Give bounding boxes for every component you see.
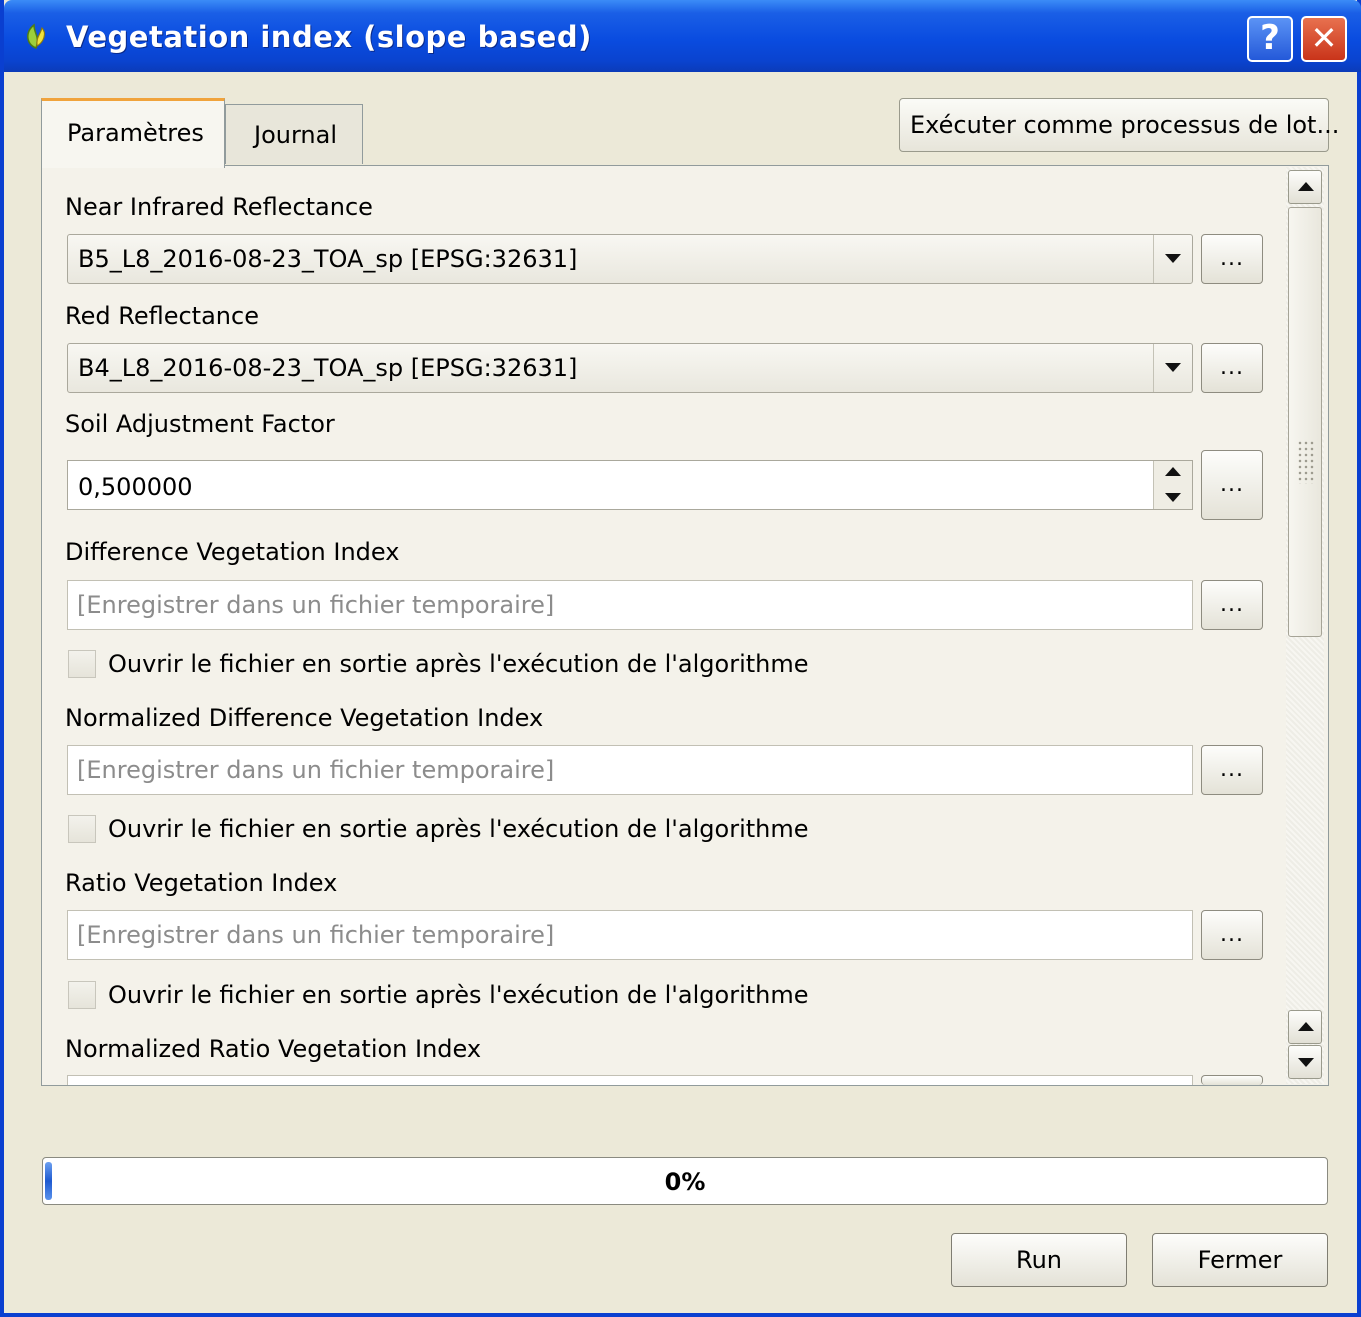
- rvi-label: Ratio Vegetation Index: [65, 869, 338, 897]
- ndvi-browse-button[interactable]: ...: [1201, 745, 1263, 795]
- scroll-page-up-button[interactable]: [1288, 1010, 1322, 1044]
- nrvi-output-field[interactable]: [67, 1075, 1193, 1085]
- nrvi-browse-button[interactable]: [1201, 1075, 1263, 1085]
- spin-buttons[interactable]: [1153, 461, 1192, 509]
- tab-journal[interactable]: Journal: [225, 104, 363, 164]
- red-selected-value: B4_L8_2016-08-23_TOA_sp [EPSG:32631]: [78, 354, 578, 382]
- dvi-output-field[interactable]: [67, 580, 1193, 630]
- spin-down-icon[interactable]: [1165, 493, 1181, 502]
- ndvi-label: Normalized Difference Vegetation Index: [65, 704, 544, 732]
- nir-dropdown-arrow[interactable]: [1153, 235, 1192, 283]
- soil-value: 0,500000: [78, 473, 193, 501]
- grip-icon: [1297, 440, 1315, 484]
- dialog-window: Vegetation index (slope based) ? ✕ Param…: [0, 0, 1361, 1317]
- red-combobox[interactable]: B4_L8_2016-08-23_TOA_sp [EPSG:32631]: [67, 343, 1193, 393]
- scrollbar-thumb[interactable]: [1288, 207, 1322, 637]
- progress-text: 0%: [664, 1168, 706, 1196]
- red-browse-button[interactable]: ...: [1201, 343, 1263, 393]
- rvi-open-label[interactable]: Ouvrir le fichier en sortie après l'exéc…: [108, 981, 809, 1009]
- rvi-open-checkbox[interactable]: [68, 981, 96, 1009]
- scroll-up-button[interactable]: [1288, 170, 1322, 204]
- window-title: Vegetation index (slope based): [66, 20, 592, 54]
- close-window-button[interactable]: ✕: [1301, 16, 1347, 62]
- tab-parametres[interactable]: Paramètres: [41, 98, 225, 168]
- ndvi-open-label[interactable]: Ouvrir le fichier en sortie après l'exéc…: [108, 815, 809, 843]
- soil-label: Soil Adjustment Factor: [65, 410, 335, 438]
- close-icon: ✕: [1310, 19, 1338, 57]
- vertical-scrollbar[interactable]: [1286, 167, 1324, 1084]
- help-button[interactable]: ?: [1247, 16, 1293, 62]
- ndvi-output-field[interactable]: [67, 745, 1193, 795]
- batch-process-button[interactable]: Exécuter comme processus de lot...: [899, 98, 1339, 152]
- nir-label: Near Infrared Reflectance: [65, 193, 373, 221]
- title-bar[interactable]: Vegetation index (slope based) ? ✕: [4, 0, 1361, 72]
- close-dialog-button[interactable]: Fermer: [1152, 1233, 1328, 1287]
- dvi-output-input[interactable]: [68, 581, 1192, 629]
- dvi-label: Difference Vegetation Index: [65, 538, 400, 566]
- chevron-down-icon: [1165, 254, 1181, 263]
- scroll-up-icon: [1298, 182, 1314, 191]
- nir-selected-value: B5_L8_2016-08-23_TOA_sp [EPSG:32631]: [78, 245, 578, 273]
- soil-spinbox[interactable]: 0,500000: [67, 460, 1193, 510]
- nrvi-label: Normalized Ratio Vegetation Index: [65, 1035, 482, 1063]
- scroll-down-button[interactable]: [1288, 1045, 1322, 1079]
- qgis-leaf-icon: [27, 23, 46, 49]
- rvi-output-field[interactable]: [67, 910, 1193, 960]
- spin-up-icon[interactable]: [1165, 467, 1181, 476]
- rvi-browse-button[interactable]: ...: [1201, 910, 1263, 960]
- ndvi-open-checkbox[interactable]: [68, 815, 96, 843]
- red-dropdown-arrow[interactable]: [1153, 344, 1192, 392]
- dvi-open-label[interactable]: Ouvrir le fichier en sortie après l'exéc…: [108, 650, 809, 678]
- chevron-down-icon: [1165, 363, 1181, 372]
- scroll-up-icon: [1298, 1022, 1314, 1031]
- red-label: Red Reflectance: [65, 302, 259, 330]
- progress-bar: 0%: [42, 1157, 1328, 1205]
- help-icon: ?: [1260, 18, 1280, 58]
- nir-browse-button[interactable]: ...: [1201, 234, 1263, 284]
- run-button[interactable]: Run: [951, 1233, 1127, 1287]
- rvi-output-input[interactable]: [68, 911, 1192, 959]
- dvi-browse-button[interactable]: ...: [1201, 580, 1263, 630]
- ndvi-output-input[interactable]: [68, 746, 1192, 794]
- scroll-down-icon: [1298, 1058, 1314, 1067]
- soil-browse-button[interactable]: ...: [1201, 450, 1263, 520]
- nir-combobox[interactable]: B5_L8_2016-08-23_TOA_sp [EPSG:32631]: [67, 234, 1193, 284]
- dvi-open-checkbox[interactable]: [68, 650, 96, 678]
